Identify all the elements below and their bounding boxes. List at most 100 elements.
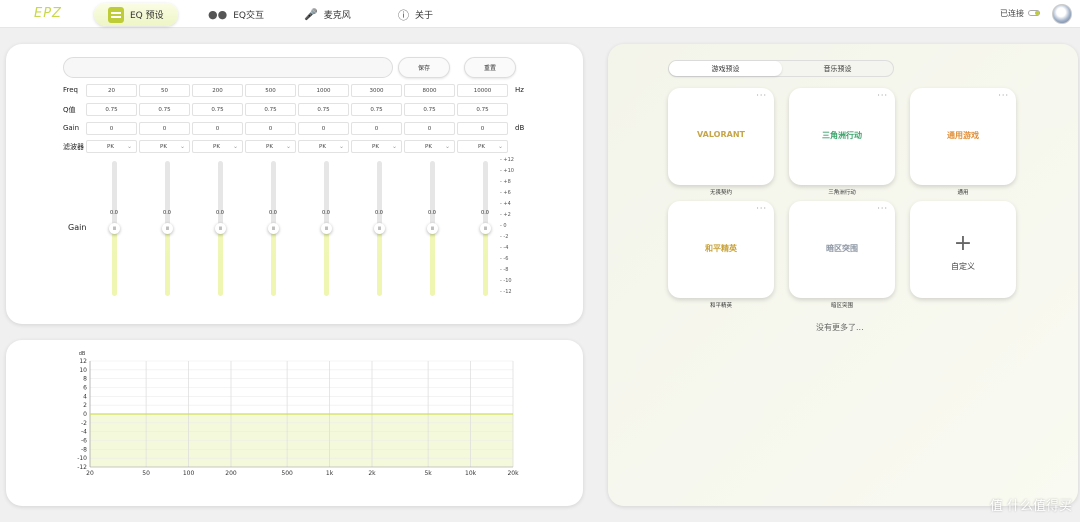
band-slider-knob[interactable]: III — [427, 223, 438, 234]
q-cell[interactable]: 0.75 — [192, 103, 243, 116]
x-tick-label: 5k — [424, 470, 432, 477]
preset-card-label: 和平精英 — [709, 303, 732, 309]
gain-cell[interactable]: 0 — [298, 122, 349, 135]
freq-cell[interactable]: 500 — [245, 84, 296, 97]
tab-music-presets[interactable]: 音乐预设 — [781, 61, 894, 76]
gain-scale-tick: - +10 — [500, 168, 514, 174]
band-slider-knob[interactable]: III — [374, 223, 385, 234]
chevron-down-icon: ⌄ — [232, 143, 238, 150]
q-cell[interactable]: 0.75 — [245, 103, 296, 116]
freq-cell[interactable]: 20 — [86, 84, 137, 97]
x-tick-label: 2k — [368, 470, 376, 477]
tab-eq-interact-label: EQ交互 — [233, 11, 264, 21]
preset-card[interactable]: ··· 暗区突围 — [789, 201, 895, 298]
band-slider-value: 0.0 — [110, 210, 118, 216]
filter-select[interactable]: PK ⌄ — [245, 140, 296, 153]
preset-card[interactable]: ··· 和平精英 — [668, 201, 774, 298]
gain-cell[interactable]: 0 — [351, 122, 402, 135]
reset-button[interactable]: 重置 — [464, 57, 516, 78]
freq-cell[interactable]: 200 — [192, 84, 243, 97]
gain-cell[interactable]: 0 — [86, 122, 137, 135]
q-cell[interactable]: 0.75 — [457, 103, 508, 116]
gain-scale-tick: - -6 — [500, 256, 509, 262]
preset-logo: 和平精英 — [705, 244, 737, 253]
y-tick-label: 6 — [83, 385, 87, 392]
filter-select[interactable]: PK ⌄ — [298, 140, 349, 153]
filter-select[interactable]: PK ⌄ — [192, 140, 243, 153]
band-slider-knob[interactable]: III — [268, 223, 279, 234]
freq-cell[interactable]: 1000 — [298, 84, 349, 97]
preset-card[interactable]: ··· VALORANT — [668, 88, 774, 185]
band-slider-value: 0.0 — [216, 210, 224, 216]
preset-logo: 通用游戏 — [947, 131, 979, 140]
q-cell[interactable]: 0.75 — [404, 103, 455, 116]
tab-eq-interact[interactable]: ●● EQ交互 — [208, 3, 264, 26]
tab-microphone-label: 麦克风 — [323, 11, 351, 21]
more-icon[interactable]: ··· — [756, 91, 767, 100]
gain-cell[interactable]: 0 — [457, 122, 508, 135]
preset-logo: VALORANT — [697, 130, 745, 139]
y-tick-label: 12 — [79, 358, 87, 365]
q-cell[interactable]: 0.75 — [139, 103, 190, 116]
q-cell[interactable]: 0.75 — [298, 103, 349, 116]
band-slider-value: 0.0 — [375, 210, 383, 216]
preset-card[interactable]: ··· 三角洲行动 — [789, 88, 895, 185]
eq-editor-panel: 保存 重置 Freq Hz Q值 Gain dB 滤波器 20 0.75 0 PK ⌄ 0… — [6, 44, 583, 324]
q-cell[interactable]: 0.75 — [86, 103, 137, 116]
gain-scale-tick: - -2 — [500, 234, 509, 240]
x-tick-label: 10k — [465, 470, 477, 477]
save-button[interactable]: 保存 — [398, 57, 450, 78]
tab-about[interactable]: ⓘ 关于 — [398, 3, 433, 26]
q-cell[interactable]: 0.75 — [351, 103, 402, 116]
watermark-text: 值 什么值得买 — [989, 499, 1072, 514]
preset-name-input[interactable] — [63, 57, 393, 78]
filter-value: PK — [107, 143, 114, 150]
gain-scale-tick: - -8 — [500, 267, 509, 273]
filter-select[interactable]: PK ⌄ — [351, 140, 402, 153]
band-slider-knob[interactable]: III — [215, 223, 226, 234]
freq-cell[interactable]: 3000 — [351, 84, 402, 97]
freq-cell[interactable]: 50 — [139, 84, 190, 97]
more-icon[interactable]: ··· — [877, 204, 888, 213]
band-slider-knob[interactable]: III — [480, 223, 491, 234]
band-slider-knob[interactable]: III — [109, 223, 120, 234]
y-tick-label: 8 — [83, 376, 87, 383]
gain-scale-tick: - 0 — [500, 223, 507, 229]
gain-cell[interactable]: 0 — [139, 122, 190, 135]
filter-select[interactable]: PK ⌄ — [404, 140, 455, 153]
filter-select[interactable]: PK ⌄ — [139, 140, 190, 153]
custom-preset-card[interactable]: + 自定义 — [910, 201, 1016, 298]
filter-select[interactable]: PK ⌄ — [86, 140, 137, 153]
connection-toggle[interactable] — [1028, 10, 1040, 16]
gain-cell[interactable]: 0 — [404, 122, 455, 135]
band-slider-value: 0.0 — [481, 210, 489, 216]
more-icon[interactable]: ··· — [998, 91, 1009, 100]
tab-game-presets[interactable]: 游戏预设 — [669, 61, 782, 76]
gain-scale-tick: - +2 — [500, 212, 511, 218]
x-tick-label: 50 — [142, 470, 150, 477]
more-icon[interactable]: ··· — [756, 204, 767, 213]
chevron-down-icon: ⌄ — [126, 143, 132, 150]
y-tick-label: -4 — [81, 429, 87, 436]
watermark: 值 什么值得买 — [990, 495, 1072, 514]
more-icon[interactable]: ··· — [877, 91, 888, 100]
freq-cell[interactable]: 8000 — [404, 84, 455, 97]
preset-card-label: 无畏契约 — [709, 190, 732, 196]
freq-cell[interactable]: 10000 — [457, 84, 508, 97]
gain-scale-tick: - +6 — [500, 190, 511, 196]
gain-cell[interactable]: 0 — [192, 122, 243, 135]
filter-value: PK — [319, 143, 326, 150]
filter-value: PK — [478, 143, 485, 150]
filter-value: PK — [372, 143, 379, 150]
filter-select[interactable]: PK ⌄ — [457, 140, 508, 153]
band-slider-knob[interactable]: III — [162, 223, 173, 234]
tab-eq-preset[interactable]: EQ 预设 — [94, 3, 178, 26]
band-slider-value: 0.0 — [269, 210, 277, 216]
tab-microphone[interactable]: 🎤 麦克风 — [304, 3, 351, 26]
gain-cell[interactable]: 0 — [245, 122, 296, 135]
people-icon: ●● — [208, 8, 228, 21]
band-slider-knob[interactable]: III — [321, 223, 332, 234]
avatar[interactable] — [1052, 4, 1072, 24]
preset-card[interactable]: ··· 通用游戏 — [910, 88, 1016, 185]
x-tick-label: 20 — [86, 470, 94, 477]
